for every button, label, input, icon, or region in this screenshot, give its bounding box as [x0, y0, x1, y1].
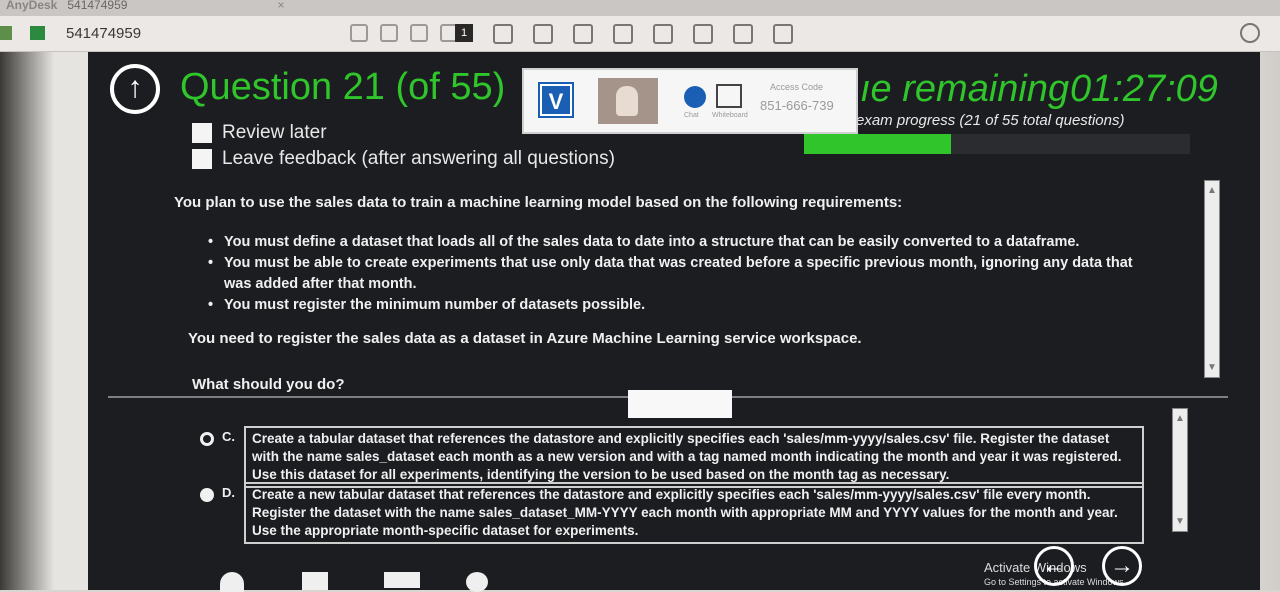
close-icon[interactable]: × [277, 0, 284, 12]
exam-progress-label: exam progress (21 of 55 total questions) [856, 112, 1125, 129]
access-code-value: 851-666-739 [760, 98, 834, 113]
option-text[interactable]: Create a tabular dataset that references… [244, 426, 1144, 488]
question-ask: What should you do? [192, 376, 345, 393]
back-to-overview-button[interactable]: ↑ [110, 64, 160, 114]
actions-lightning-icon[interactable] [573, 24, 593, 44]
file-transfer-icon[interactable] [493, 24, 513, 44]
refresh-icon[interactable] [466, 572, 488, 592]
review-later-label: Review later [222, 122, 327, 143]
anydesk-brand: AnyDesk [6, 0, 58, 12]
monitor-1-icon[interactable]: 1 [455, 24, 473, 42]
time-remaining-value: 01:27:09 [1070, 68, 1218, 110]
whiteboard-icon[interactable] [716, 84, 742, 108]
chat-bubble-icon[interactable] [684, 86, 706, 108]
option-text[interactable]: Create a new tabular dataset that refere… [244, 482, 1144, 544]
time-remaining-label: ıe remaining [860, 68, 1070, 110]
toolbar-action-icons: 1 [455, 24, 793, 44]
toolbar-status-icons [350, 24, 458, 42]
display-icon[interactable] [653, 24, 673, 44]
remote-address-id: 541474959 [66, 25, 142, 42]
record-icon[interactable] [773, 24, 793, 44]
checkbox-icon[interactable] [192, 149, 212, 169]
anydesk-toolbar: 541474959 1 [0, 16, 1280, 52]
draw-pencil-icon[interactable] [733, 24, 753, 44]
answer-option-d[interactable]: D. Create a new tabular dataset that ref… [200, 482, 1144, 544]
radio-selected-icon[interactable] [200, 432, 214, 446]
option-letter: D. [222, 485, 235, 500]
notes-icon[interactable] [302, 572, 328, 590]
question-scrollbar[interactable]: ▲ ▼ [1204, 180, 1220, 378]
option-letter: C. [222, 429, 235, 444]
requirements-list: You must define a dataset that loads all… [208, 232, 1138, 316]
exam-progress-fill [804, 134, 952, 154]
checkbox-icon[interactable] [192, 123, 212, 143]
chevron-down-icon[interactable]: ▼ [1207, 362, 1217, 373]
radio-icon[interactable] [200, 488, 214, 502]
keyboard-toggle-icon[interactable] [613, 24, 633, 44]
webcam-preview [598, 78, 658, 124]
answer-option-c[interactable]: C. Create a tabular dataset that referen… [200, 426, 1144, 488]
proctor-overlay-panel: V Chat Whiteboard Access Code 851-666-73… [522, 68, 858, 134]
leave-feedback-checkbox[interactable]: Leave feedback (after answering all ques… [192, 148, 615, 170]
access-code-label: Access Code [770, 82, 824, 92]
anydesk-menu-icon[interactable] [0, 26, 12, 40]
list-item: You must be able to create experiments t… [208, 253, 1138, 295]
calculator-icon[interactable] [220, 572, 244, 592]
proctor-logo: V [538, 82, 574, 118]
chevron-down-icon[interactable]: ▼ [1175, 516, 1185, 527]
session-tab-id: 541474959 [67, 0, 128, 12]
chat-icon[interactable] [533, 24, 553, 44]
monitor-bezel-left [0, 52, 90, 590]
chevron-up-icon[interactable]: ▲ [1175, 413, 1185, 424]
review-later-checkbox[interactable]: Review later [192, 122, 327, 144]
screen-glare [628, 390, 732, 418]
list-item: You must define a dataset that loads all… [208, 232, 1138, 253]
privacy-shield-icon[interactable] [693, 24, 713, 44]
clipboard-icon[interactable] [410, 24, 428, 42]
anydesk-titlebar: AnyDesk 541474959 × [0, 0, 1280, 16]
question-title: Question 21 (of 55) [180, 66, 506, 108]
verified-check-icon [30, 26, 45, 40]
webcam-person [616, 86, 638, 116]
keyboard-icon[interactable] [350, 24, 368, 42]
list-item: You must register the minimum number of … [208, 295, 1138, 316]
whiteboard-tool-icon[interactable] [384, 572, 420, 588]
next-question-button[interactable]: → [1102, 546, 1142, 586]
question-intro: You plan to use the sales data to train … [174, 194, 903, 211]
exam-progress-bar [804, 134, 1190, 154]
chat-label: Chat [684, 112, 699, 119]
question-need: You need to register the sales data as a… [188, 330, 862, 347]
anydesk-session-tab[interactable]: AnyDesk 541474959 × [6, 0, 284, 14]
whiteboard-label: Whiteboard [712, 112, 748, 119]
previous-question-button[interactable]: ← [1034, 546, 1074, 586]
exam-screen: ↑ Question 21 (of 55) ıe remaining 01:27… [88, 52, 1260, 592]
chevron-up-icon[interactable]: ▲ [1207, 185, 1217, 196]
leave-feedback-label: Leave feedback (after answering all ques… [222, 148, 615, 169]
history-icon[interactable] [1240, 23, 1260, 43]
hourglass-icon[interactable] [380, 24, 398, 42]
answers-scrollbar[interactable]: ▲ ▼ [1172, 408, 1188, 532]
